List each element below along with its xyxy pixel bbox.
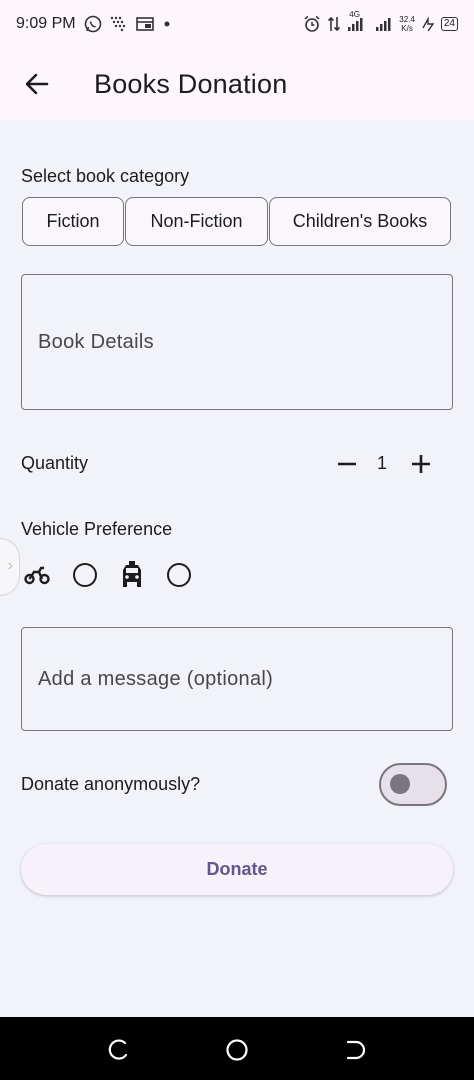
anonymous-label: Donate anonymously? bbox=[21, 774, 201, 794]
chip-childrens-books[interactable]: Children's Books bbox=[269, 197, 451, 246]
book-details-placeholder: Book Details bbox=[38, 330, 154, 353]
page-title: Books Donation bbox=[94, 68, 288, 99]
recent-apps-icon bbox=[108, 1039, 128, 1060]
book-details-field[interactable]: Book Details bbox=[21, 274, 453, 410]
signal-4g: 4G bbox=[347, 10, 369, 32]
chip-non-fiction[interactable]: Non-Fiction bbox=[125, 197, 268, 246]
notification-dot-icon bbox=[162, 19, 172, 29]
car-radio[interactable] bbox=[167, 563, 191, 587]
status-bar-left: 9:09 PM bbox=[16, 15, 172, 33]
home-button[interactable] bbox=[224, 1037, 250, 1063]
dots-grid-icon bbox=[110, 16, 128, 32]
arrow-back-icon bbox=[25, 73, 49, 95]
decrement-button[interactable] bbox=[331, 448, 363, 480]
status-bar: 9:09 PM 4G 32.4 K/s 24 bbox=[0, 0, 474, 48]
vehicle-label: Vehicle Preference bbox=[21, 519, 173, 539]
status-time: 9:09 PM bbox=[16, 15, 76, 32]
increment-button[interactable] bbox=[405, 448, 437, 480]
plus-icon bbox=[412, 455, 430, 473]
home-icon bbox=[226, 1039, 248, 1061]
motorcycle-icon bbox=[24, 563, 50, 587]
network-type-label: 4G bbox=[349, 10, 360, 19]
battery-indicator: 24 bbox=[440, 17, 458, 31]
category-label: Select book category bbox=[21, 166, 190, 186]
network-speed: 32.4 K/s bbox=[399, 15, 415, 33]
message-field[interactable]: Add a message (optional) bbox=[21, 627, 453, 731]
donate-button[interactable]: Donate bbox=[21, 844, 453, 895]
alarm-icon bbox=[303, 15, 321, 33]
chip-fiction[interactable]: Fiction bbox=[22, 197, 124, 246]
recent-apps-button[interactable] bbox=[106, 1037, 132, 1063]
message-placeholder: Add a message (optional) bbox=[38, 667, 274, 690]
speed-unit: K/s bbox=[401, 24, 413, 33]
app-bar: Books Donation bbox=[0, 48, 474, 120]
back-nav-icon bbox=[346, 1040, 366, 1060]
charging-icon bbox=[421, 16, 435, 32]
system-navigation-bar bbox=[0, 1017, 474, 1080]
chevron-right-icon: › bbox=[7, 557, 13, 574]
back-nav-button[interactable] bbox=[342, 1037, 368, 1063]
side-panel-handle[interactable]: › bbox=[0, 538, 20, 596]
toggle-thumb bbox=[390, 774, 410, 794]
quantity-value: 1 bbox=[377, 453, 388, 473]
back-button[interactable] bbox=[13, 60, 61, 108]
window-icon bbox=[135, 16, 154, 32]
motorcycle-radio[interactable] bbox=[73, 563, 97, 587]
quantity-label: Quantity bbox=[21, 453, 89, 473]
car-icon bbox=[119, 560, 145, 590]
anonymous-toggle[interactable] bbox=[379, 763, 447, 806]
whatsapp-icon bbox=[84, 15, 102, 33]
speed-value: 32.4 bbox=[399, 15, 415, 24]
status-bar-right: 4G 32.4 K/s 24 bbox=[303, 10, 458, 33]
minus-icon bbox=[338, 462, 356, 466]
data-arrows-icon bbox=[327, 15, 341, 33]
signal-bars-2-icon bbox=[375, 16, 393, 32]
